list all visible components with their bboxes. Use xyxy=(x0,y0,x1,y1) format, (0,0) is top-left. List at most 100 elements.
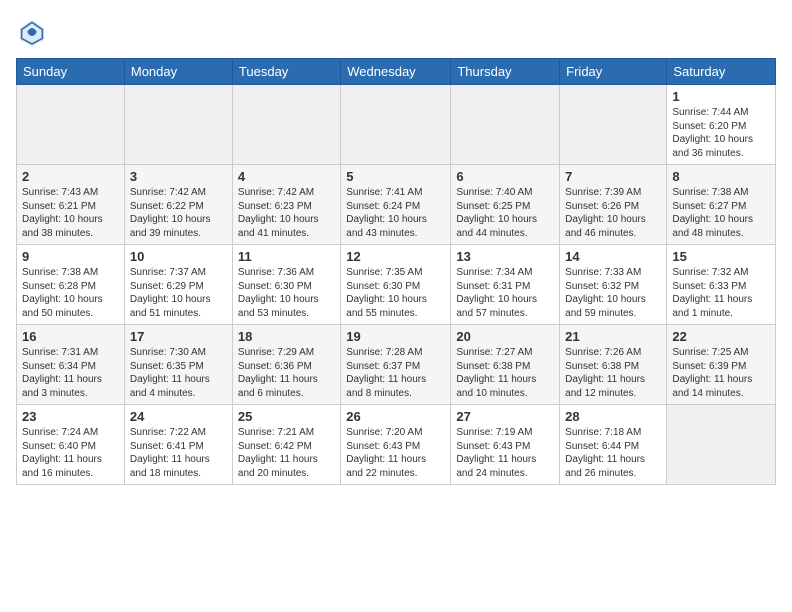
calendar-cell: 9 Sunrise: 7:38 AM Sunset: 6:28 PM Daylig… xyxy=(17,245,125,325)
calendar-week-5: 23 Sunrise: 7:24 AM Sunset: 6:40 PM Dayli… xyxy=(17,405,776,485)
calendar-cell: 10 Sunrise: 7:37 AM Sunset: 6:29 PM Dayli… xyxy=(124,245,232,325)
calendar-cell: 24 Sunrise: 7:22 AM Sunset: 6:41 PM Dayli… xyxy=(124,405,232,485)
day-header-tuesday: Tuesday xyxy=(232,59,340,85)
day-number: 6 xyxy=(456,169,554,184)
calendar-cell xyxy=(341,85,451,165)
calendar-cell: 17 Sunrise: 7:30 AM Sunset: 6:35 PM Dayli… xyxy=(124,325,232,405)
day-info: Sunrise: 7:22 AM Sunset: 6:41 PM Dayligh… xyxy=(130,427,210,479)
day-info: Sunrise: 7:33 AM Sunset: 6:32 PM Dayligh… xyxy=(565,267,646,319)
calendar-cell: 1 Sunrise: 7:44 AM Sunset: 6:20 PM Daylig… xyxy=(667,85,776,165)
calendar-cell: 19 Sunrise: 7:28 AM Sunset: 6:37 PM Dayli… xyxy=(341,325,451,405)
day-info: Sunrise: 7:42 AM Sunset: 6:22 PM Dayligh… xyxy=(130,187,211,239)
day-number: 1 xyxy=(672,89,770,104)
calendar-cell xyxy=(667,405,776,485)
calendar-cell: 14 Sunrise: 7:33 AM Sunset: 6:32 PM Dayli… xyxy=(560,245,667,325)
day-info: Sunrise: 7:27 AM Sunset: 6:38 PM Dayligh… xyxy=(456,347,536,399)
day-info: Sunrise: 7:26 AM Sunset: 6:38 PM Dayligh… xyxy=(565,347,645,399)
calendar-cell xyxy=(124,85,232,165)
logo xyxy=(16,16,54,48)
day-header-monday: Monday xyxy=(124,59,232,85)
calendar-cell: 26 Sunrise: 7:20 AM Sunset: 6:43 PM Dayli… xyxy=(341,405,451,485)
day-number: 14 xyxy=(565,249,661,264)
calendar-cell: 27 Sunrise: 7:19 AM Sunset: 6:43 PM Dayli… xyxy=(451,405,560,485)
calendar-cell: 4 Sunrise: 7:42 AM Sunset: 6:23 PM Daylig… xyxy=(232,165,340,245)
day-number: 18 xyxy=(238,329,335,344)
day-number: 12 xyxy=(346,249,445,264)
calendar-cell xyxy=(451,85,560,165)
day-number: 23 xyxy=(22,409,119,424)
day-info: Sunrise: 7:39 AM Sunset: 6:26 PM Dayligh… xyxy=(565,187,646,239)
calendar-cell: 15Sunrise: 7:32 AM Sunset: 6:33 PM Dayli… xyxy=(667,245,776,325)
day-number: 27 xyxy=(456,409,554,424)
day-number: 19 xyxy=(346,329,445,344)
calendar-cell: 18 Sunrise: 7:29 AM Sunset: 6:36 PM Dayli… xyxy=(232,325,340,405)
day-header-thursday: Thursday xyxy=(451,59,560,85)
calendar-cell: 5Sunrise: 7:41 AM Sunset: 6:24 PM Daylig… xyxy=(341,165,451,245)
day-number: 10 xyxy=(130,249,227,264)
calendar-cell: 12Sunrise: 7:35 AM Sunset: 6:30 PM Dayli… xyxy=(341,245,451,325)
day-number: 3 xyxy=(130,169,227,184)
calendar-cell xyxy=(232,85,340,165)
calendar-cell xyxy=(560,85,667,165)
day-header-wednesday: Wednesday xyxy=(341,59,451,85)
day-number: 17 xyxy=(130,329,227,344)
day-info: Sunrise: 7:43 AM Sunset: 6:21 PM Dayligh… xyxy=(22,187,103,239)
calendar-cell xyxy=(17,85,125,165)
calendar-cell: 28 Sunrise: 7:18 AM Sunset: 6:44 PM Dayli… xyxy=(560,405,667,485)
day-number: 28 xyxy=(565,409,661,424)
day-number: 13 xyxy=(456,249,554,264)
calendar-cell: 21 Sunrise: 7:26 AM Sunset: 6:38 PM Dayli… xyxy=(560,325,667,405)
day-number: 2 xyxy=(22,169,119,184)
day-number: 11 xyxy=(238,249,335,264)
page-header xyxy=(16,16,776,48)
day-number: 25 xyxy=(238,409,335,424)
calendar-cell: 22 Sunrise: 7:25 AM Sunset: 6:39 PM Dayli… xyxy=(667,325,776,405)
day-header-saturday: Saturday xyxy=(667,59,776,85)
day-number: 8 xyxy=(672,169,770,184)
day-info: Sunrise: 7:20 AM Sunset: 6:43 PM Dayligh… xyxy=(346,427,426,479)
day-number: 20 xyxy=(456,329,554,344)
day-info: Sunrise: 7:37 AM Sunset: 6:29 PM Dayligh… xyxy=(130,267,211,319)
day-info: Sunrise: 7:25 AM Sunset: 6:39 PM Dayligh… xyxy=(672,347,752,399)
calendar-cell: 8 Sunrise: 7:38 AM Sunset: 6:27 PM Daylig… xyxy=(667,165,776,245)
day-number: 16 xyxy=(22,329,119,344)
day-info: Sunrise: 7:34 AM Sunset: 6:31 PM Dayligh… xyxy=(456,267,537,319)
day-info: Sunrise: 7:31 AM Sunset: 6:34 PM Dayligh… xyxy=(22,347,102,399)
day-info: Sunrise: 7:21 AM Sunset: 6:42 PM Dayligh… xyxy=(238,427,318,479)
day-info: Sunrise: 7:38 AM Sunset: 6:28 PM Dayligh… xyxy=(22,267,103,319)
day-number: 7 xyxy=(565,169,661,184)
calendar-cell: 2 Sunrise: 7:43 AM Sunset: 6:21 PM Daylig… xyxy=(17,165,125,245)
day-info: Sunrise: 7:19 AM Sunset: 6:43 PM Dayligh… xyxy=(456,427,536,479)
day-number: 21 xyxy=(565,329,661,344)
calendar-header-row: SundayMondayTuesdayWednesdayThursdayFrid… xyxy=(17,59,776,85)
day-info: Sunrise: 7:36 AM Sunset: 6:30 PM Dayligh… xyxy=(238,267,319,319)
calendar-week-3: 9 Sunrise: 7:38 AM Sunset: 6:28 PM Daylig… xyxy=(17,245,776,325)
calendar-cell: 13 Sunrise: 7:34 AM Sunset: 6:31 PM Dayli… xyxy=(451,245,560,325)
day-info: Sunrise: 7:41 AM Sunset: 6:24 PM Dayligh… xyxy=(346,187,427,239)
calendar-cell: 20 Sunrise: 7:27 AM Sunset: 6:38 PM Dayli… xyxy=(451,325,560,405)
day-number: 9 xyxy=(22,249,119,264)
day-info: Sunrise: 7:28 AM Sunset: 6:37 PM Dayligh… xyxy=(346,347,426,399)
calendar-table: SundayMondayTuesdayWednesdayThursdayFrid… xyxy=(16,58,776,485)
calendar-cell: 16 Sunrise: 7:31 AM Sunset: 6:34 PM Dayli… xyxy=(17,325,125,405)
logo-icon xyxy=(16,16,48,48)
calendar-week-2: 2 Sunrise: 7:43 AM Sunset: 6:21 PM Daylig… xyxy=(17,165,776,245)
day-info: Sunrise: 7:30 AM Sunset: 6:35 PM Dayligh… xyxy=(130,347,210,399)
calendar-cell: 7 Sunrise: 7:39 AM Sunset: 6:26 PM Daylig… xyxy=(560,165,667,245)
day-info: Sunrise: 7:38 AM Sunset: 6:27 PM Dayligh… xyxy=(672,187,753,239)
calendar-week-1: 1 Sunrise: 7:44 AM Sunset: 6:20 PM Daylig… xyxy=(17,85,776,165)
calendar-cell: 25 Sunrise: 7:21 AM Sunset: 6:42 PM Dayli… xyxy=(232,405,340,485)
day-info: Sunrise: 7:18 AM Sunset: 6:44 PM Dayligh… xyxy=(565,427,645,479)
day-number: 26 xyxy=(346,409,445,424)
day-info: Sunrise: 7:24 AM Sunset: 6:40 PM Dayligh… xyxy=(22,427,102,479)
calendar-cell: 6 Sunrise: 7:40 AM Sunset: 6:25 PM Daylig… xyxy=(451,165,560,245)
day-info: Sunrise: 7:42 AM Sunset: 6:23 PM Dayligh… xyxy=(238,187,319,239)
calendar-cell: 3 Sunrise: 7:42 AM Sunset: 6:22 PM Daylig… xyxy=(124,165,232,245)
day-number: 4 xyxy=(238,169,335,184)
day-number: 15 xyxy=(672,249,770,264)
day-number: 24 xyxy=(130,409,227,424)
day-number: 22 xyxy=(672,329,770,344)
day-info: Sunrise: 7:29 AM Sunset: 6:36 PM Dayligh… xyxy=(238,347,318,399)
day-info: Sunrise: 7:40 AM Sunset: 6:25 PM Dayligh… xyxy=(456,187,537,239)
day-info: Sunrise: 7:44 AM Sunset: 6:20 PM Dayligh… xyxy=(672,107,753,159)
